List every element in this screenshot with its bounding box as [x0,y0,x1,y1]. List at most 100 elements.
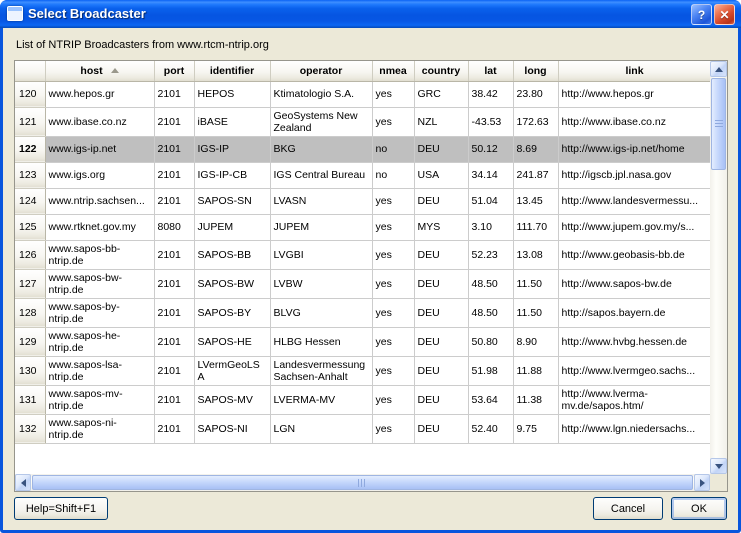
cell-host[interactable]: www.sapos-bb-ntrip.de [45,240,154,269]
column-header-link[interactable]: link [558,61,710,81]
cell-nmea[interactable]: yes [372,385,414,414]
row-header[interactable]: 121 [15,107,45,136]
column-header-identifier[interactable]: identifier [194,61,270,81]
cell-identifier[interactable]: SAPOS-HE [194,327,270,356]
cell-long[interactable]: 11.50 [513,298,558,327]
cell-nmea[interactable]: yes [372,356,414,385]
cell-country[interactable]: DEU [414,327,468,356]
cell-identifier[interactable]: SAPOS-BW [194,269,270,298]
cell-identifier[interactable]: SAPOS-MV [194,385,270,414]
cell-nmea[interactable]: yes [372,327,414,356]
table-row[interactable]: 122www.igs-ip.net2101IGS-IPBKGnoDEU50.12… [15,136,710,162]
cell-nmea[interactable]: yes [372,298,414,327]
cell-long[interactable]: 13.45 [513,188,558,214]
cell-identifier[interactable]: IGS-IP-CB [194,162,270,188]
cell-operator[interactable]: JUPEM [270,214,372,240]
cell-link[interactable]: http://www.geobasis-bb.de [558,240,710,269]
table-row[interactable]: 121www.ibase.co.nz2101iBASEGeoSystems Ne… [15,107,710,136]
scroll-right-button[interactable] [694,474,710,491]
help-button[interactable]: Help=Shift+F1 [14,497,108,520]
table-row[interactable]: 131www.sapos-mv-ntrip.de2101SAPOS-MVLVER… [15,385,710,414]
cell-link[interactable]: http://www.ibase.co.nz [558,107,710,136]
cell-identifier[interactable]: SAPOS-SN [194,188,270,214]
cell-long[interactable]: 8.90 [513,327,558,356]
column-header-long[interactable]: long [513,61,558,81]
cell-port[interactable]: 2101 [154,414,194,443]
cancel-button[interactable]: Cancel [593,497,663,520]
cell-port[interactable]: 8080 [154,214,194,240]
cell-link[interactable]: http://www.lvermgeo.sachs... [558,356,710,385]
cell-country[interactable]: NZL [414,107,468,136]
vertical-scroll-thumb[interactable] [711,78,726,170]
cell-lat[interactable]: 48.50 [468,269,513,298]
cell-country[interactable]: DEU [414,240,468,269]
row-header[interactable]: 128 [15,298,45,327]
cell-long[interactable]: 8.69 [513,136,558,162]
cell-identifier[interactable]: SAPOS-BY [194,298,270,327]
cell-operator[interactable]: LGN [270,414,372,443]
column-header-country[interactable]: country [414,61,468,81]
cell-country[interactable]: DEU [414,269,468,298]
cell-lat[interactable]: 34.14 [468,162,513,188]
cell-nmea[interactable]: yes [372,81,414,107]
cell-host[interactable]: www.sapos-he-ntrip.de [45,327,154,356]
cell-link[interactable]: http://www.sapos-bw.de [558,269,710,298]
cell-long[interactable]: 23.80 [513,81,558,107]
cell-port[interactable]: 2101 [154,240,194,269]
cell-host[interactable]: www.sapos-mv-ntrip.de [45,385,154,414]
cell-operator[interactable]: GeoSystems New Zealand [270,107,372,136]
cell-link[interactable]: http://www.jupem.gov.my/s... [558,214,710,240]
column-header-port[interactable]: port [154,61,194,81]
horizontal-scroll-thumb[interactable] [32,475,693,490]
row-header[interactable]: 123 [15,162,45,188]
table-row[interactable]: 127www.sapos-bw-ntrip.de2101SAPOS-BWLVBW… [15,269,710,298]
cell-long[interactable]: 11.38 [513,385,558,414]
table-row[interactable]: 128www.sapos-by-ntrip.de2101SAPOS-BYBLVG… [15,298,710,327]
cell-lat[interactable]: 50.12 [468,136,513,162]
cell-port[interactable]: 2101 [154,269,194,298]
row-header[interactable]: 124 [15,188,45,214]
cell-country[interactable]: MYS [414,214,468,240]
cell-nmea[interactable]: yes [372,269,414,298]
table-row[interactable]: 120www.hepos.gr2101HEPOSKtimatologio S.A… [15,81,710,107]
horizontal-scrollbar[interactable] [15,474,710,491]
row-header[interactable]: 132 [15,414,45,443]
cell-long[interactable]: 11.50 [513,269,558,298]
titlebar[interactable]: Select Broadcaster ? ✕ [0,0,741,28]
cell-port[interactable]: 2101 [154,136,194,162]
cell-country[interactable]: DEU [414,136,468,162]
cell-long[interactable]: 9.75 [513,414,558,443]
row-header[interactable]: 127 [15,269,45,298]
column-header-host[interactable]: host [45,61,154,81]
cell-host[interactable]: www.sapos-ni-ntrip.de [45,414,154,443]
cell-port[interactable]: 2101 [154,385,194,414]
cell-long[interactable]: 172.63 [513,107,558,136]
cell-long[interactable]: 11.88 [513,356,558,385]
cell-lat[interactable]: 48.50 [468,298,513,327]
cell-nmea[interactable]: yes [372,414,414,443]
cell-link[interactable]: http://sapos.bayern.de [558,298,710,327]
cell-identifier[interactable]: IGS-IP [194,136,270,162]
row-header[interactable]: 129 [15,327,45,356]
row-header[interactable]: 126 [15,240,45,269]
cell-link[interactable]: http://www.hepos.gr [558,81,710,107]
cell-nmea[interactable]: yes [372,240,414,269]
cell-identifier[interactable]: SAPOS-BB [194,240,270,269]
row-header[interactable]: 125 [15,214,45,240]
cell-operator[interactable]: LVASN [270,188,372,214]
cell-port[interactable]: 2101 [154,356,194,385]
cell-link[interactable]: http://igscb.jpl.nasa.gov [558,162,710,188]
cell-country[interactable]: DEU [414,298,468,327]
cell-host[interactable]: www.rtknet.gov.my [45,214,154,240]
cell-country[interactable]: USA [414,162,468,188]
cell-host[interactable]: www.ntrip.sachsen... [45,188,154,214]
cell-lat[interactable]: 50.80 [468,327,513,356]
cell-operator[interactable]: IGS Central Bureau [270,162,372,188]
cell-lat[interactable]: -43.53 [468,107,513,136]
cell-operator[interactable]: Landesvermessung Sachsen-Anhalt [270,356,372,385]
cell-long[interactable]: 241.87 [513,162,558,188]
cell-lat[interactable]: 51.98 [468,356,513,385]
cell-host[interactable]: www.sapos-lsa-ntrip.de [45,356,154,385]
cell-port[interactable]: 2101 [154,298,194,327]
cell-operator[interactable]: BLVG [270,298,372,327]
